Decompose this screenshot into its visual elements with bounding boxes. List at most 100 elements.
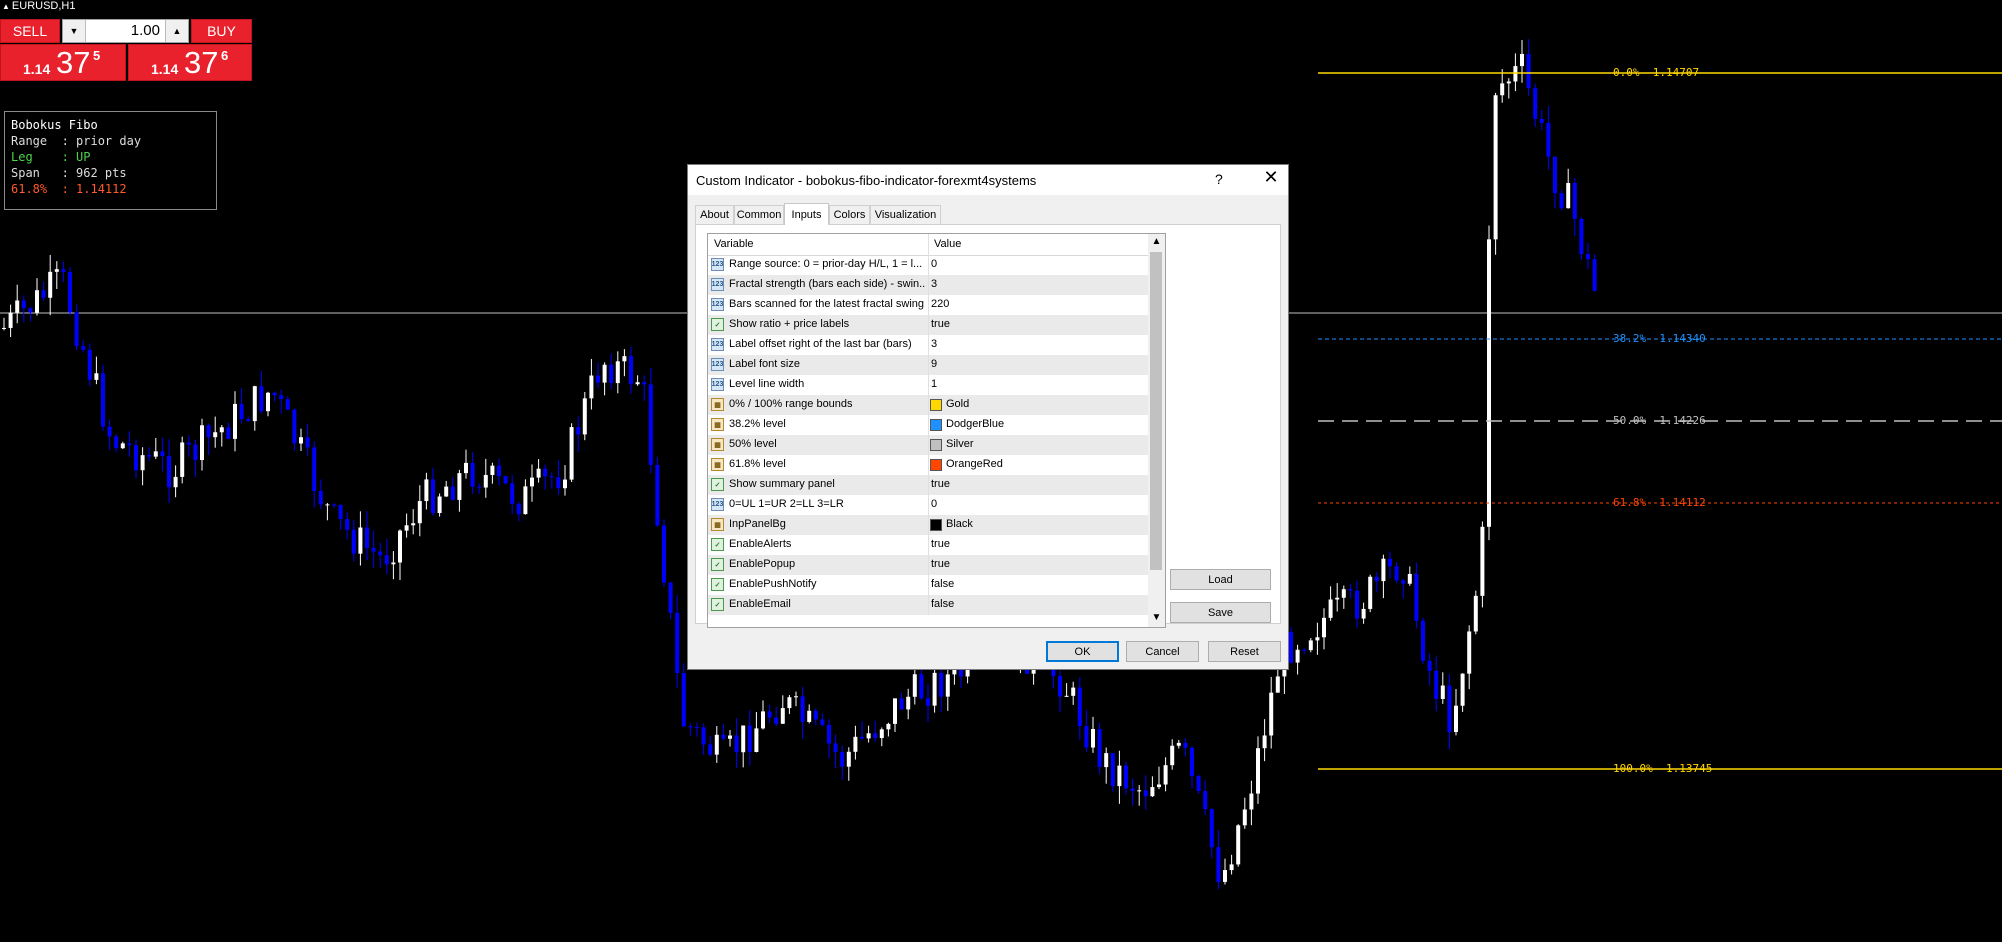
candle-body xyxy=(1104,753,1109,768)
input-value[interactable]: 1 xyxy=(931,378,937,390)
input-row[interactable]: 123 Label offset right of the last bar (b… xyxy=(708,335,1148,355)
candle-body xyxy=(1454,705,1458,733)
input-value[interactable]: Gold xyxy=(946,398,969,410)
input-value[interactable]: 220 xyxy=(931,298,949,310)
dialog-titlebar[interactable]: Custom Indicator - bobokus-fibo-indicato… xyxy=(688,165,1288,195)
candle-body xyxy=(252,386,257,422)
candle-body xyxy=(318,490,323,505)
save-button[interactable]: Save xyxy=(1170,602,1271,623)
number-type-icon: 123 xyxy=(711,378,724,391)
input-row[interactable]: 123 Fractal strength (bars each side) - s… xyxy=(708,275,1148,295)
candle-body xyxy=(219,427,224,433)
sell-button[interactable]: SELL xyxy=(0,19,60,43)
input-row[interactable]: ✓ EnablePopup true xyxy=(708,555,1148,575)
lot-size-value[interactable]: 1.00 xyxy=(131,22,160,39)
row-separator xyxy=(928,255,929,275)
lot-size-stepper[interactable]: ▼ 1.00 ▲ xyxy=(62,19,189,43)
input-value[interactable]: false xyxy=(931,598,954,610)
tab-common[interactable]: Common xyxy=(734,205,784,224)
input-row[interactable]: ▦ 38.2% level DodgerBlue xyxy=(708,415,1148,435)
tab-about[interactable]: About xyxy=(695,205,734,224)
tab-colors[interactable]: Colors xyxy=(829,205,870,224)
input-row[interactable]: 123 Level line width 1 xyxy=(708,375,1148,395)
candle-body xyxy=(140,455,145,471)
lot-decrease-icon[interactable]: ▼ xyxy=(63,20,86,42)
input-row[interactable]: ✓ EnableAlerts true xyxy=(708,535,1148,555)
scroll-down-icon[interactable]: ▼ xyxy=(1148,612,1165,623)
candle-body xyxy=(1407,573,1412,584)
input-value[interactable]: true xyxy=(931,478,950,490)
input-row[interactable]: ✓ EnablePushNotify false xyxy=(708,575,1148,595)
candle-body xyxy=(602,364,607,383)
column-separator[interactable] xyxy=(928,234,929,255)
input-value[interactable]: 9 xyxy=(931,358,937,370)
input-value[interactable]: Silver xyxy=(946,438,974,450)
candle-body xyxy=(94,373,99,380)
candle-body xyxy=(1084,725,1089,748)
candle-body xyxy=(206,425,211,438)
color-swatch[interactable] xyxy=(930,419,942,431)
input-row[interactable]: ✓ EnableEmail false xyxy=(708,595,1148,615)
help-icon[interactable]: ? xyxy=(1215,171,1223,187)
buy-button[interactable]: BUY xyxy=(191,19,252,43)
bid-price[interactable]: 1.14 37 5 xyxy=(0,44,126,81)
input-value[interactable]: false xyxy=(931,578,954,590)
candle-body xyxy=(1130,788,1135,792)
grid-scrollbar[interactable]: ▲ ▼ xyxy=(1148,234,1165,627)
scroll-thumb[interactable] xyxy=(1150,252,1162,570)
input-row[interactable]: ▦ 50% level Silver xyxy=(708,435,1148,455)
input-row[interactable]: 123 0=UL 1=UR 2=LL 3=LR 0 xyxy=(708,495,1148,515)
candle-body xyxy=(153,451,158,457)
row-separator xyxy=(928,515,929,535)
candle-body xyxy=(48,271,53,298)
input-value[interactable]: Black xyxy=(946,518,973,530)
column-header-variable[interactable]: Variable xyxy=(714,238,754,250)
input-value[interactable]: true xyxy=(931,558,950,570)
color-swatch[interactable] xyxy=(930,439,942,451)
ask-price[interactable]: 1.14 37 6 xyxy=(128,44,252,81)
color-swatch[interactable] xyxy=(930,519,942,531)
scroll-up-icon[interactable]: ▲ xyxy=(1148,236,1165,247)
input-row[interactable]: ▦ InpPanelBg Black xyxy=(708,515,1148,535)
tab-visualization[interactable]: Visualization xyxy=(870,205,941,224)
candle-body xyxy=(813,710,818,720)
input-row[interactable]: ✓ Show summary panel true xyxy=(708,475,1148,495)
input-row[interactable]: ✓ Show ratio + price labels true xyxy=(708,315,1148,335)
tab-inputs[interactable]: Inputs xyxy=(784,203,829,225)
candle-body xyxy=(1289,632,1293,663)
input-row[interactable]: 123 Bars scanned for the latest fractal s… xyxy=(708,295,1148,315)
input-value[interactable]: DodgerBlue xyxy=(946,418,1004,430)
lot-increase-icon[interactable]: ▲ xyxy=(165,20,188,42)
row-separator xyxy=(928,275,929,295)
input-value[interactable]: 3 xyxy=(931,338,937,350)
input-value[interactable]: 0 xyxy=(931,498,937,510)
cancel-button[interactable]: Cancel xyxy=(1126,641,1199,662)
input-value[interactable]: OrangeRed xyxy=(946,458,1003,470)
reset-button[interactable]: Reset xyxy=(1208,641,1281,662)
candle-body xyxy=(767,711,772,718)
candle-body xyxy=(794,696,798,698)
candle-body xyxy=(596,375,600,383)
candle-body xyxy=(1421,620,1425,661)
close-icon[interactable]: ✕ xyxy=(1261,167,1281,188)
color-swatch[interactable] xyxy=(930,459,942,471)
input-row[interactable]: 123 Label font size 9 xyxy=(708,355,1148,375)
candle-body xyxy=(1579,218,1584,255)
candle-body xyxy=(127,443,132,446)
column-header-value[interactable]: Value xyxy=(934,238,961,250)
input-variable-name: Bars scanned for the latest fractal swin… xyxy=(729,298,925,310)
input-value[interactable]: 0 xyxy=(931,258,937,270)
input-variable-name: 61.8% level xyxy=(729,458,786,470)
color-swatch[interactable] xyxy=(930,399,942,411)
input-row[interactable]: ▦ 61.8% level OrangeRed xyxy=(708,455,1148,475)
ok-button[interactable]: OK xyxy=(1046,641,1119,662)
input-row[interactable]: 123 Range source: 0 = prior-day H/L, 1 = … xyxy=(708,255,1148,275)
input-row-partial[interactable] xyxy=(708,615,1148,627)
collapse-triangle-icon[interactable]: ▲ xyxy=(2,2,10,11)
load-button[interactable]: Load xyxy=(1170,569,1271,590)
candle-body xyxy=(734,735,739,753)
input-value[interactable]: true xyxy=(931,318,950,330)
input-row[interactable]: ▦ 0% / 100% range bounds Gold xyxy=(708,395,1148,415)
input-value[interactable]: true xyxy=(931,538,950,550)
input-value[interactable]: 3 xyxy=(931,278,937,290)
